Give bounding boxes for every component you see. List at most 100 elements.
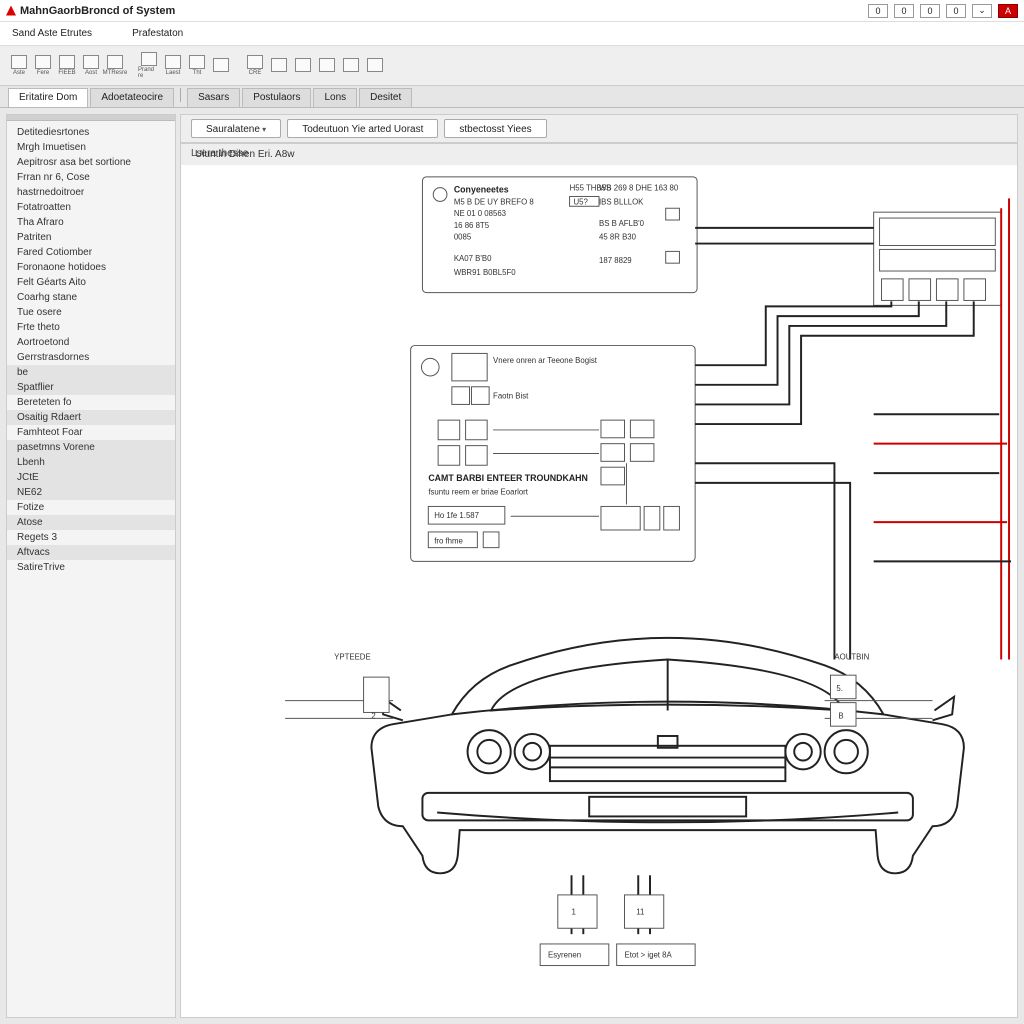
svg-text:CAMT BARBI ENTEER TROUNDKAHN: CAMT BARBI ENTEER TROUNDKAHN — [428, 473, 588, 483]
menu-item-2[interactable]: Prafestaton — [132, 28, 183, 39]
tool-btn-7[interactable]: Laest — [162, 51, 184, 81]
svg-text:M5 B DE UY BREFO 8: M5 B DE UY BREFO 8 — [454, 197, 535, 206]
sidebar-item-22[interactable]: Lbenh — [7, 455, 175, 470]
app-logo-icon — [6, 6, 16, 16]
window-minimize[interactable]: ⌄ — [972, 4, 992, 18]
tool-btn-10[interactable]: CRE — [244, 51, 266, 81]
sidebar-item-8[interactable]: Fared Cotiomber — [7, 245, 175, 260]
sidebar-item-28[interactable]: Aftvacs — [7, 545, 175, 560]
sidebar-item-25[interactable]: Fotize — [7, 500, 175, 515]
tool-btn-15[interactable] — [364, 51, 386, 81]
nav-tab-1[interactable]: Eritatire Dom — [8, 88, 88, 107]
doc-tab-3[interactable]: stbectosst Yiees — [444, 119, 546, 138]
sidebar-item-29[interactable]: SatireTrive — [7, 560, 175, 575]
sidebar-item-15[interactable]: Gerrstrasdornes — [7, 350, 175, 365]
sidebar-item-17[interactable]: Spatflier — [7, 380, 175, 395]
svg-text:B: B — [838, 711, 843, 720]
nav-tab-2[interactable]: Adoetateocire — [90, 88, 174, 107]
svg-text:Vnere onren ar Teeone Bogist: Vnere onren ar Teeone Bogist — [493, 356, 598, 365]
svg-text:16 86 8T5: 16 86 8T5 — [454, 221, 490, 230]
sidebar-item-23[interactable]: JCtE — [7, 470, 175, 485]
window-close[interactable]: A — [998, 4, 1018, 18]
sidebar-item-21[interactable]: pasetmns Vorene — [7, 440, 175, 455]
tool-btn-14[interactable] — [340, 51, 362, 81]
sidebar-item-11[interactable]: Coarhg stane — [7, 290, 175, 305]
workspace: DetitediesrtonesMrgh ImuetisenAepitrosr … — [0, 108, 1024, 1024]
sidebar-item-3[interactable]: Frran nr 6, Cose — [7, 170, 175, 185]
tool-btn-5[interactable]: MTResre — [104, 51, 126, 81]
window-button-4[interactable]: 0 — [946, 4, 966, 18]
toolbar-group-2: Prand re Laest Tht — [138, 51, 242, 81]
window-controls: 0 0 0 0 ⌄ A — [868, 4, 1018, 18]
tool-btn-9[interactable] — [210, 51, 232, 81]
tool-icon-10 — [247, 55, 263, 69]
tool-icon-3 — [59, 55, 75, 69]
svg-text:Faotn Bist: Faotn Bist — [493, 392, 529, 401]
sidebar-item-6[interactable]: Tha Afraro — [7, 215, 175, 230]
svg-text:Etot > iget 8A: Etot > iget 8A — [625, 951, 673, 960]
nav-tab-4[interactable]: Postulaors — [242, 88, 311, 107]
sidebar-item-7[interactable]: Patriten — [7, 230, 175, 245]
sidebar-item-0[interactable]: Detitediesrtones — [7, 125, 175, 140]
sidebar-item-16[interactable]: be — [7, 365, 175, 380]
statusbar: Lsera thesse — [181, 143, 1017, 165]
tool-btn-2[interactable]: Fere — [32, 51, 54, 81]
sidebar-item-18[interactable]: Bereteten fo — [7, 395, 175, 410]
tool-icon-1 — [11, 55, 27, 69]
tool-btn-4[interactable]: Aost — [80, 51, 102, 81]
sidebar-item-14[interactable]: Aortroetond — [7, 335, 175, 350]
svg-text:1: 1 — [572, 908, 576, 917]
tool-btn-3[interactable]: FIEEB — [56, 51, 78, 81]
sidebar-item-20[interactable]: Famhteot Foar — [7, 425, 175, 440]
tool-btn-13[interactable] — [316, 51, 338, 81]
sidebar-item-9[interactable]: Foronaone hotidoes — [7, 260, 175, 275]
sidebar-item-26[interactable]: Atose — [7, 515, 175, 530]
tool-btn-6[interactable]: Prand re — [138, 51, 160, 81]
sidebar-item-13[interactable]: Frte theto — [7, 320, 175, 335]
wiring-diagram: Conyeneetes M5 B DE UY BREFO 8 NE 01 0 0… — [181, 169, 1017, 993]
sidebar-item-2[interactable]: Aepitrosr asa bet sortione — [7, 155, 175, 170]
doc-tab-2[interactable]: Todeutuon Yie arted Uorast — [287, 119, 438, 138]
svg-text:NE 01 0 08563: NE 01 0 08563 — [454, 209, 507, 218]
app-title: MahnGaorbBroncd of System — [20, 5, 175, 17]
sidebar-item-27[interactable]: Regets 3 — [7, 530, 175, 545]
tool-btn-8[interactable]: Tht — [186, 51, 208, 81]
sidebar-item-4[interactable]: hastrnedoitroer — [7, 185, 175, 200]
menu-item-1[interactable]: Sand Aste Etrutes — [12, 28, 92, 39]
doc-body: Uiuntin Dihen Eri. A8w Conyeneetes M5 B … — [181, 143, 1017, 1017]
sidebar-item-19[interactable]: Osaitig Rdaert — [7, 410, 175, 425]
sidebar-item-24[interactable]: NE62 — [7, 485, 175, 500]
svg-text:YPTEEDE: YPTEEDE — [334, 652, 371, 661]
svg-text:AOUTBIN: AOUTBIN — [834, 652, 869, 661]
sidebar-item-12[interactable]: Tue osere — [7, 305, 175, 320]
window-button-2[interactable]: 0 — [894, 4, 914, 18]
sidebar: DetitediesrtonesMrgh ImuetisenAepitrosr … — [6, 114, 176, 1018]
tool-icon-5 — [107, 55, 123, 69]
svg-text:187 8829: 187 8829 — [599, 256, 632, 265]
sidebar-item-1[interactable]: Mrgh Imuetisen — [7, 140, 175, 155]
svg-text:KA07 B'B0: KA07 B'B0 — [454, 254, 492, 263]
nav-tab-5[interactable]: Lons — [313, 88, 357, 107]
doc-tabs: Sauralatene Todeutuon Yie arted Uorast s… — [181, 115, 1017, 143]
doc-tab-1[interactable]: Sauralatene — [191, 119, 281, 138]
sidebar-item-10[interactable]: Felt Géarts Aito — [7, 275, 175, 290]
sidebar-item-5[interactable]: Fotatroatten — [7, 200, 175, 215]
window-button-3[interactable]: 0 — [920, 4, 940, 18]
svg-text:11: 11 — [636, 908, 644, 917]
nav-tab-3[interactable]: Sasars — [187, 88, 240, 107]
tool-icon-4 — [83, 55, 99, 69]
content-pane: Sauralatene Todeutuon Yie arted Uorast s… — [180, 114, 1018, 1018]
svg-text:IBS BLLLOK: IBS BLLLOK — [599, 197, 644, 206]
tool-btn-1[interactable]: Aste — [8, 51, 30, 81]
tool-btn-11[interactable] — [268, 51, 290, 81]
window-button-1[interactable]: 0 — [868, 4, 888, 18]
tool-btn-12[interactable] — [292, 51, 314, 81]
svg-text:fsuntu reem er briae Eoarlort: fsuntu reem er briae Eoarlort — [428, 488, 528, 497]
tool-icon-9 — [213, 58, 229, 72]
svg-text:WBR91 B0BL5F0: WBR91 B0BL5F0 — [454, 268, 516, 277]
box1-title: Conyeneetes — [454, 185, 509, 195]
nav-tab-6[interactable]: Desitet — [359, 88, 412, 107]
sidebar-list: DetitediesrtonesMrgh ImuetisenAepitrosr … — [7, 121, 175, 579]
svg-text:U5?: U5? — [573, 197, 588, 206]
svg-text:2: 2 — [371, 711, 375, 720]
